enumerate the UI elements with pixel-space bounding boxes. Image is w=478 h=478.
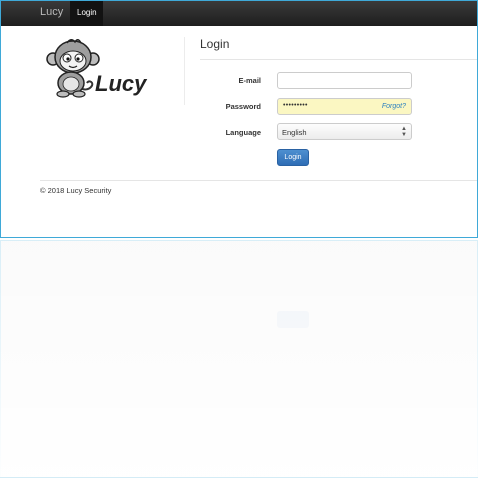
top-navbar: Lucy Login <box>1 1 477 26</box>
heading-divider <box>200 59 477 60</box>
reflection-fade <box>0 240 478 477</box>
column-divider <box>184 37 185 105</box>
login-button[interactable]: Login <box>277 149 309 166</box>
email-label: E-mail <box>238 76 261 85</box>
select-arrows-icon: ▲ ▼ <box>401 126 407 138</box>
lucy-logo: Lucy <box>45 37 157 99</box>
nav-tab-login[interactable]: Login <box>70 1 103 26</box>
password-field-value: ••••••••• <box>283 102 308 109</box>
page-title: Login <box>200 37 230 51</box>
brand-link[interactable]: Lucy <box>40 6 63 18</box>
password-field[interactable]: ••••••••• Forgot? <box>277 98 412 115</box>
language-selected-value: English <box>282 128 307 137</box>
svg-text:Lucy: Lucy <box>95 71 148 96</box>
browser-window: Lucy Login Lucy Login E-mail Password ••… <box>0 0 478 238</box>
monkey-mascot-icon: Lucy <box>46 39 148 98</box>
language-select[interactable]: English ▲ ▼ <box>277 123 412 140</box>
language-label: Language <box>225 128 261 137</box>
footer-copyright: © 2018 Lucy Security <box>40 186 112 195</box>
footer-divider <box>40 180 477 181</box>
forgot-password-link[interactable]: Forgot? <box>382 103 406 110</box>
nav-tab-login-label: Login <box>77 8 97 17</box>
password-label: Password <box>225 102 261 111</box>
email-field[interactable] <box>277 72 412 89</box>
